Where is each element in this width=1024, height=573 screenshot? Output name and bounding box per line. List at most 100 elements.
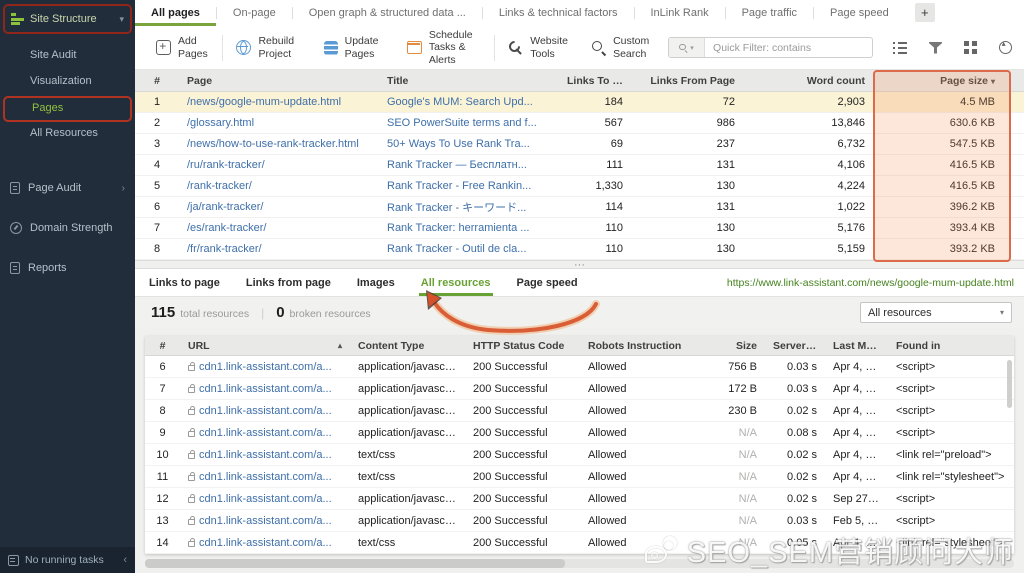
table-row[interactable]: 3/news/how-to-use-rank-tracker.html50+ W… xyxy=(135,134,1024,155)
table-row[interactable]: 8cdn1.link-assistant.com/a...application… xyxy=(145,400,1014,422)
title-link[interactable]: Rank Tracker - キーワード... xyxy=(387,202,526,214)
tab-inlink-rank[interactable]: InLink Rank xyxy=(635,0,725,26)
table-row[interactable]: 8/fr/rank-tracker/Rank Tracker - Outil d… xyxy=(135,239,1024,260)
table-row[interactable]: 10cdn1.link-assistant.com/a...text/css20… xyxy=(145,444,1014,466)
resources-column-header-content-type[interactable]: Content Type xyxy=(350,340,465,352)
current-page-url[interactable]: https://www.link-assistant.com/news/goog… xyxy=(727,277,1014,289)
table-row[interactable]: 13cdn1.link-assistant.com/a...applicatio… xyxy=(145,510,1014,532)
quick-filter-mode-button[interactable]: ▾ xyxy=(669,38,705,57)
resources-filter-dropdown[interactable]: All resources ▾ xyxy=(860,302,1012,323)
page-link[interactable]: /news/google-mum-update.html xyxy=(187,96,341,108)
page-link[interactable]: /news/how-to-use-rank-tracker.html xyxy=(187,138,359,150)
page-link[interactable]: /es/rank-tracker/ xyxy=(187,222,266,234)
sidebar-item-visualization[interactable]: Visualization xyxy=(0,70,135,96)
detail-tab-page-speed[interactable]: Page speed xyxy=(517,269,578,296)
page-size-cell: 547.5 KB xyxy=(873,138,1011,150)
resource-url-link[interactable]: cdn1.link-assistant.com/a... xyxy=(199,405,332,417)
scrollbar-thumb[interactable] xyxy=(145,559,565,568)
table-row[interactable]: 7/es/rank-tracker/Rank Tracker: herramie… xyxy=(135,218,1024,239)
title-link[interactable]: Rank Tracker - Outil de cla... xyxy=(387,243,526,255)
table-row[interactable]: 4/ru/rank-tracker/Rank Tracker — Бесплат… xyxy=(135,155,1024,176)
table-row[interactable]: 12cdn1.link-assistant.com/a...applicatio… xyxy=(145,488,1014,510)
tab-links-technical-factors[interactable]: Links & technical factors xyxy=(483,0,634,26)
vertical-scrollbar[interactable] xyxy=(1007,360,1012,408)
export-icon[interactable] xyxy=(999,41,1012,54)
detail-tab-all-resources[interactable]: All resources xyxy=(421,269,491,296)
page-size-cell: 396.2 KB xyxy=(873,201,1011,213)
tab-on-page[interactable]: On-page xyxy=(217,0,292,26)
title-link[interactable]: Rank Tracker — Бесплатн... xyxy=(387,159,527,171)
pages-column-header-title[interactable]: Title xyxy=(379,75,559,87)
resource-url-link[interactable]: cdn1.link-assistant.com/a... xyxy=(199,493,332,505)
title-link[interactable]: 50+ Ways To Use Rank Tra... xyxy=(387,138,530,150)
pages-column-header-links-to-page[interactable]: Links To Page xyxy=(559,75,631,87)
add-pages-button[interactable]: Add Pages xyxy=(145,26,219,69)
table-row[interactable]: 9cdn1.link-assistant.com/a...application… xyxy=(145,422,1014,444)
title-link[interactable]: Google's MUM: Search Upd... xyxy=(387,96,533,108)
page-link[interactable]: /glossary.html xyxy=(187,117,254,129)
table-row[interactable]: 6/ja/rank-tracker/Rank Tracker - キーワード..… xyxy=(135,197,1024,218)
sidebar-item-all-resources[interactable]: All Resources xyxy=(0,122,135,148)
sidebar-module-switcher[interactable]: Site Structure ▾ xyxy=(3,4,132,34)
resources-column-header-robots-instruction[interactable]: Robots Instruction xyxy=(580,340,700,352)
resource-url-link[interactable]: cdn1.link-assistant.com/a... xyxy=(199,449,332,461)
sidebar-item-page-audit[interactable]: Page Audit› xyxy=(0,168,135,208)
quick-filter-input[interactable] xyxy=(705,42,872,54)
resources-column-header-size[interactable]: Size xyxy=(700,340,765,352)
table-row[interactable]: 14cdn1.link-assistant.com/a...text/css20… xyxy=(145,532,1014,554)
add-tab-button[interactable]: + xyxy=(915,3,935,22)
horizontal-scrollbar[interactable] xyxy=(145,559,1014,568)
resources-column-header-found-in[interactable]: Found in xyxy=(888,340,1014,352)
pages-column-header-page-size[interactable]: Page size▾ xyxy=(873,75,1011,87)
sidebar-item-pages[interactable]: Pages xyxy=(3,96,132,122)
title-link[interactable]: SEO PowerSuite terms and f... xyxy=(387,117,537,129)
collapse-sidebar-icon[interactable]: ‹ xyxy=(123,554,127,566)
filter-icon[interactable] xyxy=(929,42,942,54)
resource-url-link[interactable]: cdn1.link-assistant.com/a... xyxy=(199,537,332,549)
tab-page-speed[interactable]: Page speed xyxy=(814,0,905,26)
pane-splitter[interactable]: ··· xyxy=(135,260,1024,269)
resources-column-header-last-modif[interactable]: Last Modif... xyxy=(825,340,888,352)
resources-column-header-url[interactable]: URL▴ xyxy=(180,340,350,352)
update-pages-button[interactable]: Update Pages xyxy=(313,26,396,69)
resource-url-link[interactable]: cdn1.link-assistant.com/a... xyxy=(199,471,332,483)
tab-all-pages[interactable]: All pages xyxy=(135,0,216,26)
page-link[interactable]: /ja/rank-tracker/ xyxy=(187,201,263,213)
custom-search-button[interactable]: Custom Search xyxy=(580,26,668,69)
table-row[interactable]: 5/rank-tracker/Rank Tracker - Free Ranki… xyxy=(135,176,1024,197)
detail-tab-images[interactable]: Images xyxy=(357,269,395,296)
schedule-tasks-alerts-button[interactable]: Schedule Tasks & Alerts xyxy=(396,26,491,69)
resource-url-link[interactable]: cdn1.link-assistant.com/a... xyxy=(199,361,332,373)
resource-url-link[interactable]: cdn1.link-assistant.com/a... xyxy=(199,515,332,527)
sidebar-item-domain-strength[interactable]: Domain Strength xyxy=(0,208,135,248)
resources-column-header-http-status-code[interactable]: HTTP Status Code xyxy=(465,340,580,352)
resource-url-link[interactable]: cdn1.link-assistant.com/a... xyxy=(199,427,332,439)
table-row[interactable]: 6cdn1.link-assistant.com/a...application… xyxy=(145,356,1014,378)
sidebar-item-reports[interactable]: Reports xyxy=(0,248,135,288)
pages-column-header-page[interactable]: Page xyxy=(179,75,379,87)
resources-column-header-server-res[interactable]: Server Res... xyxy=(765,340,825,352)
sidebar-item-site-audit[interactable]: Site Audit xyxy=(0,44,135,70)
page-link[interactable]: /fr/rank-tracker/ xyxy=(187,243,262,255)
detail-tab-links-to-page[interactable]: Links to page xyxy=(149,269,220,296)
table-row[interactable]: 7cdn1.link-assistant.com/a...application… xyxy=(145,378,1014,400)
tab-page-traffic[interactable]: Page traffic xyxy=(726,0,813,26)
detail-tab-links-from-page[interactable]: Links from page xyxy=(246,269,331,296)
resource-url-link[interactable]: cdn1.link-assistant.com/a... xyxy=(199,383,332,395)
pages-column-header-word-count[interactable]: Word count xyxy=(743,75,873,87)
table-row[interactable]: 2/glossary.htmlSEO PowerSuite terms and … xyxy=(135,113,1024,134)
rebuild-project-button[interactable]: Rebuild Project xyxy=(225,26,312,69)
table-row[interactable]: 1/news/google-mum-update.htmlGoogle's MU… xyxy=(135,92,1024,113)
page-link[interactable]: /rank-tracker/ xyxy=(187,180,252,192)
resources-column-header-[interactable]: # xyxy=(145,340,180,352)
pages-column-header-[interactable]: # xyxy=(135,75,179,87)
title-link[interactable]: Rank Tracker: herramienta ... xyxy=(387,222,529,234)
page-link[interactable]: /ru/rank-tracker/ xyxy=(187,159,265,171)
tab-open-graph-structured-data[interactable]: Open graph & structured data ... xyxy=(293,0,482,26)
title-link[interactable]: Rank Tracker - Free Rankin... xyxy=(387,180,531,192)
website-tools-button[interactable]: Website Tools xyxy=(497,26,580,69)
pages-column-header-links-from-page[interactable]: Links From Page xyxy=(631,75,743,87)
view-columns-icon[interactable] xyxy=(893,42,907,54)
table-row[interactable]: 11cdn1.link-assistant.com/a...text/css20… xyxy=(145,466,1014,488)
workspaces-icon[interactable] xyxy=(964,41,977,54)
